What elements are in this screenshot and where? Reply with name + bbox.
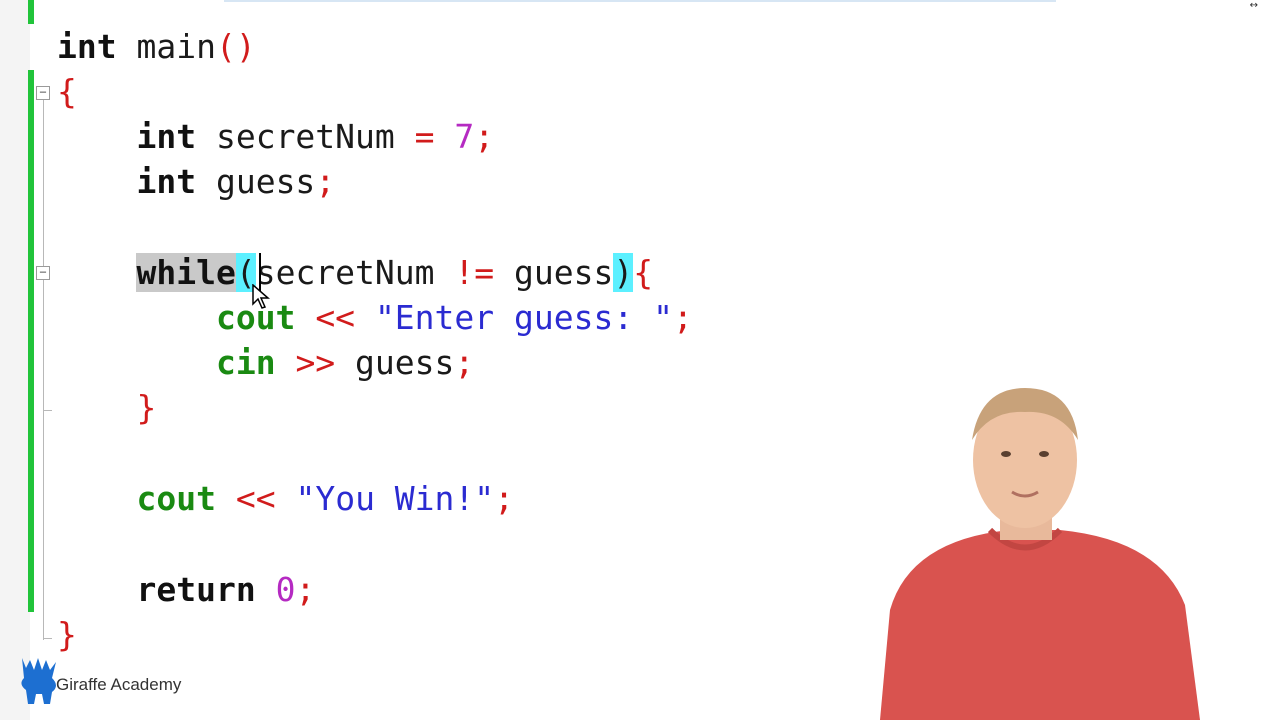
code-token: guess [335,343,455,382]
code-token: ; [315,162,336,201]
code-token: return [136,570,256,609]
code-token: ; [672,298,693,337]
brand-name: Giraffe Academy [56,675,182,694]
code-token: ; [474,117,495,156]
editor-margin [0,0,30,720]
code-token: "You Win!" [295,479,495,518]
code-line[interactable]: int main() [57,27,256,67]
code-line[interactable]: cin >> guess; [57,343,474,383]
code-token: guess [196,162,316,201]
code-token: 0 [275,570,296,609]
fold-guide [43,100,44,640]
code-token: } [136,388,157,427]
code-token: ; [494,479,515,518]
code-line[interactable]: cout << "Enter guess: "; [57,298,693,338]
resize-arrows-icon[interactable]: ↔ [1250,0,1258,11]
code-line[interactable]: } [57,615,77,655]
code-line[interactable]: int guess; [57,162,335,202]
fold-end-marker [44,638,52,639]
code-token: ; [454,343,475,382]
change-bar [28,0,34,24]
code-line[interactable]: while(secretNum != guess){ [57,253,653,293]
code-token: << [315,298,356,337]
fold-end-marker [44,410,52,411]
code-token: secretNum [196,117,415,156]
code-line[interactable]: int secretNum = 7; [57,117,494,157]
code-token: while [136,253,236,292]
presenter-video [880,388,1200,720]
code-token: int [136,162,197,201]
top-border [224,0,1056,2]
mouse-pointer-icon [252,284,270,309]
code-token: cout [136,479,216,518]
code-line[interactable]: return 0; [57,570,315,610]
code-line[interactable]: { [57,72,77,112]
code-token: () [215,27,256,66]
code-token: ; [295,570,316,609]
code-token: int [136,117,197,156]
code-token: ) [613,253,634,292]
collapse-main-icon[interactable]: − [36,86,50,100]
code-token: main [116,27,216,66]
code-token: != [454,253,495,292]
code-token: << [235,479,276,518]
code-line[interactable]: cout << "You Win!"; [57,479,514,519]
code-token: >> [295,343,336,382]
collapse-while-icon[interactable]: − [36,266,50,280]
code-token: cin [215,343,276,382]
code-token: 7 [454,117,475,156]
video-frame: − − int main() { int secretNum = 7; int … [0,0,1280,720]
code-token: = [414,117,435,156]
code-line[interactable]: } [57,388,156,428]
code-token: secretNum [255,253,455,292]
change-bar [28,70,34,612]
code-token: int [57,27,117,66]
code-token: { [633,253,654,292]
code-token: } [57,615,77,654]
code-token: "Enter guess: " [374,298,673,337]
code-token: { [57,72,77,111]
code-token: guess [494,253,614,292]
